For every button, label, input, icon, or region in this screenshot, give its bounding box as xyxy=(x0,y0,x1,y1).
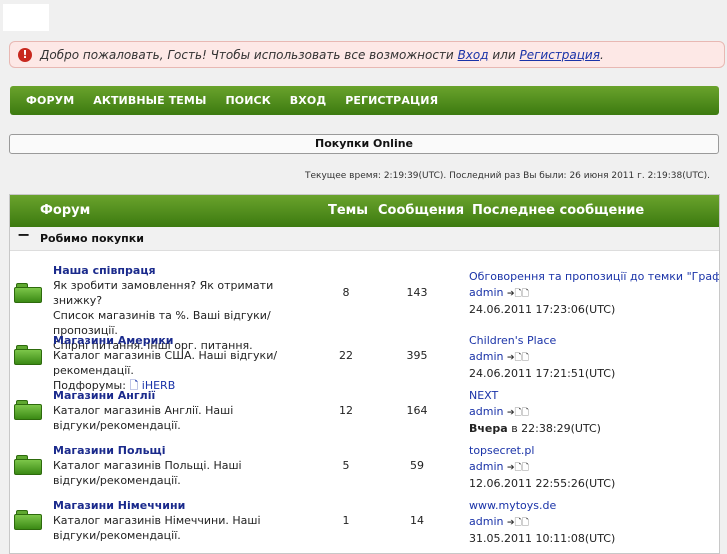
last-post-title[interactable]: Обговорення та пропозиції до темки "Граф… xyxy=(469,269,719,285)
category-title[interactable]: Робимо покупки xyxy=(40,232,144,245)
forum-description: Каталог магазинів Польщі. Наші відгуки/р… xyxy=(53,459,242,487)
goto-post-icon[interactable]: ➔🗋🗋 xyxy=(507,353,529,363)
posts-count: 59 xyxy=(410,459,424,472)
last-post: topsecret.pl admin ➔🗋🗋 12.06.2011 22:55:… xyxy=(469,443,719,492)
last-post-date: 31.05.2011 10:11:08(UTC) xyxy=(469,532,616,545)
table-row: Магазини Англії Каталог магазинів Англії… xyxy=(10,386,719,441)
topics-count: 5 xyxy=(342,459,350,472)
collapse-icon[interactable]: − xyxy=(17,225,30,244)
last-post: www.mytoys.de admin ➔🗋🗋 31.05.2011 10:11… xyxy=(469,498,719,547)
category-row: − Робимо покупки xyxy=(10,225,719,251)
last-post-author[interactable]: admin xyxy=(469,460,503,473)
forum-name[interactable]: Магазини Німеччини xyxy=(53,499,185,512)
topics-count: 8 xyxy=(342,286,350,299)
warning-icon: ! xyxy=(18,47,32,62)
goto-post-icon[interactable]: ➔🗋🗋 xyxy=(507,408,529,418)
topics-count: 1 xyxy=(342,514,350,527)
last-post-date: 24.06.2011 17:21:51(UTC) xyxy=(469,367,616,380)
forum-name[interactable]: Наша співпраця xyxy=(53,264,156,277)
last-post: Обговорення та пропозиції до темки "Граф… xyxy=(469,269,719,318)
forum-folder-icon xyxy=(14,510,42,530)
forum-description: Каталог магазинів Англії. Наші відгуки/р… xyxy=(53,404,234,432)
last-post-author[interactable]: admin xyxy=(469,350,503,363)
last-post: NEXT admin ➔🗋🗋 Вчера в 22:38:29(UTC) xyxy=(469,388,719,437)
last-post-date: 24.06.2011 17:23:06(UTC) xyxy=(469,303,616,316)
header-posts: Сообщения xyxy=(378,203,465,218)
posts-count: 164 xyxy=(406,404,428,417)
forum-folder-icon xyxy=(14,400,42,420)
forum-folder-icon xyxy=(14,455,42,475)
table-row: Наша співпраця Як зробити замовлення? Як… xyxy=(10,261,719,352)
login-link[interactable]: Вход xyxy=(458,48,489,62)
forum-table: Форум Темы Сообщения Последнее сообщение… xyxy=(9,194,720,554)
nav-register[interactable]: РЕГИСТРАЦИЯ xyxy=(345,94,438,107)
posts-count: 14 xyxy=(410,514,424,527)
header-topics: Темы xyxy=(328,203,369,218)
topics-count: 22 xyxy=(339,349,353,362)
table-header: Форум Темы Сообщения Последнее сообщение xyxy=(10,195,719,227)
nav-active-topics[interactable]: АКТИВНЫЕ ТЕМЫ xyxy=(93,94,206,107)
goto-post-icon[interactable]: ➔🗋🗋 xyxy=(507,289,529,299)
last-post-author[interactable]: admin xyxy=(469,405,503,418)
posts-count: 143 xyxy=(406,286,428,299)
header-forum: Форум xyxy=(40,203,91,218)
site-logo[interactable] xyxy=(3,4,49,31)
register-link[interactable]: Регистрация xyxy=(519,48,599,62)
forum-name[interactable]: Магазини Америки xyxy=(53,334,174,347)
forum-name[interactable]: Магазини Польщі xyxy=(53,444,165,457)
last-post-title[interactable]: www.mytoys.de xyxy=(469,498,719,514)
last-post-author[interactable]: admin xyxy=(469,515,503,528)
table-row: Магазини Польщі Каталог магазинів Польщі… xyxy=(10,441,719,496)
welcome-banner: ! Добро пожаловать, Гость! Чтобы использ… xyxy=(9,41,725,68)
last-post-date: 12.06.2011 22:55:26(UTC) xyxy=(469,477,616,490)
last-post-title[interactable]: topsecret.pl xyxy=(469,443,719,459)
forum-folder-icon xyxy=(14,345,42,365)
time-info: Текущее время: 2:19:39(UTC). Последний р… xyxy=(304,171,710,181)
table-row: Магазини Німеччини Каталог магазинів Нім… xyxy=(10,496,719,551)
forum-description: Каталог магазинів Німеччини. Наші відгук… xyxy=(53,514,261,542)
forum-name[interactable]: Магазини Англії xyxy=(53,389,155,402)
nav-forum[interactable]: ФОРУМ xyxy=(26,94,74,107)
last-post-title[interactable]: NEXT xyxy=(469,388,719,404)
main-nav: ФОРУМ АКТИВНЫЕ ТЕМЫ ПОИСК ВХОД РЕГИСТРАЦ… xyxy=(10,86,719,115)
goto-post-icon[interactable]: ➔🗋🗋 xyxy=(507,463,529,473)
site-title[interactable]: Покупки Online xyxy=(9,134,719,154)
table-row: Магазини Америки Каталог магазинів США. … xyxy=(10,331,719,392)
header-last-post: Последнее сообщение xyxy=(472,203,645,218)
last-post-title[interactable]: Children's Place xyxy=(469,333,719,349)
posts-count: 395 xyxy=(406,349,428,362)
last-post-author[interactable]: admin xyxy=(469,286,503,299)
nav-login[interactable]: ВХОД xyxy=(290,94,326,107)
last-post: Children's Place admin ➔🗋🗋 24.06.2011 17… xyxy=(469,333,719,382)
welcome-text: Добро пожаловать, Гость! Чтобы использов… xyxy=(40,47,604,62)
nav-search[interactable]: ПОИСК xyxy=(225,94,270,107)
last-post-date: в 22:38:29(UTC) xyxy=(507,422,601,435)
goto-post-icon[interactable]: ➔🗋🗋 xyxy=(507,518,529,528)
forum-folder-icon xyxy=(14,283,42,303)
topics-count: 12 xyxy=(339,404,353,417)
